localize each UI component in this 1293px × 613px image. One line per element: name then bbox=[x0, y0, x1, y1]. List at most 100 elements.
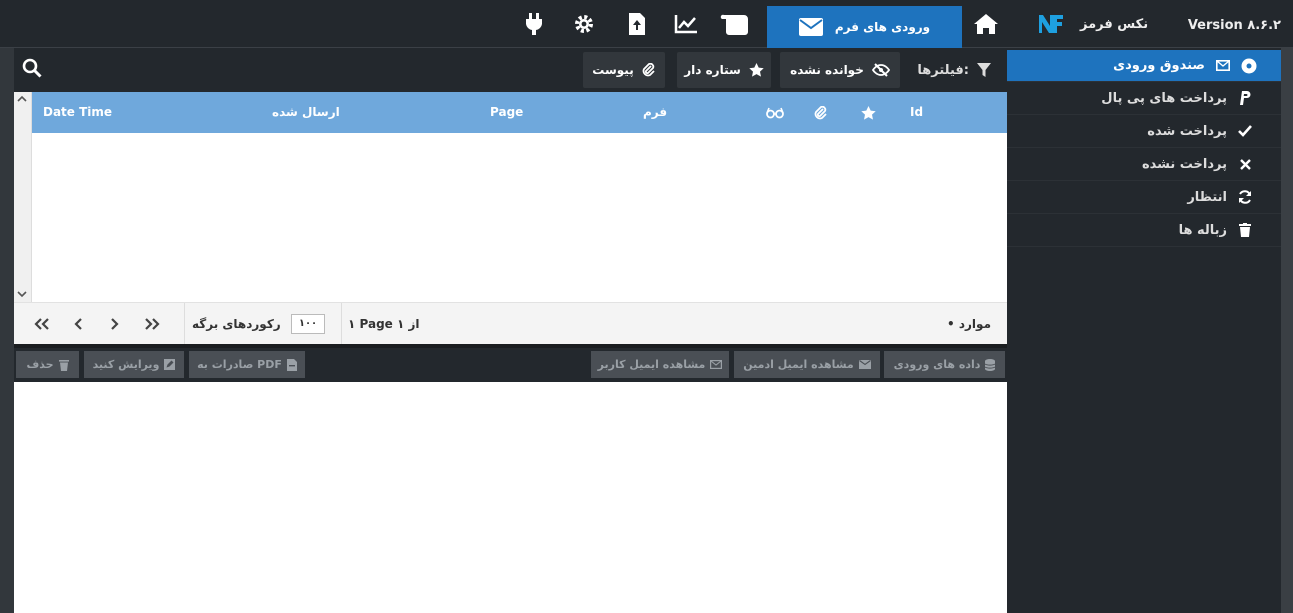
export-pdf-label: صادرات به PDF bbox=[197, 358, 282, 371]
envelope-icon bbox=[798, 18, 823, 36]
scroll-icon[interactable] bbox=[719, 0, 751, 48]
starred-filter-label: ستاره دار bbox=[684, 63, 741, 77]
view-user-email-label: مشاهده ایمیل کاربر bbox=[597, 358, 706, 371]
check-icon bbox=[1237, 123, 1253, 139]
search-icon[interactable] bbox=[22, 58, 44, 80]
column-sent[interactable]: ارسال شده bbox=[272, 92, 340, 133]
column-form[interactable]: فرم bbox=[643, 92, 667, 133]
star-icon bbox=[861, 105, 876, 120]
paypal-icon bbox=[1237, 90, 1253, 106]
attachment-filter-label: پیوست bbox=[592, 63, 634, 77]
paperclip-icon bbox=[642, 63, 655, 77]
chevron-right-icon bbox=[111, 318, 119, 330]
sidebar-item-pending[interactable]: انتظار bbox=[1007, 181, 1281, 214]
double-chevron-right-icon bbox=[145, 318, 160, 330]
top-bar: ورودی های فرم نکس فرمز Version ۸.۶.۲ bbox=[0, 0, 1293, 48]
scroll-up-icon[interactable] bbox=[17, 94, 27, 105]
envelope-icon bbox=[858, 360, 871, 369]
form-entries-tab[interactable]: ورودی های فرم bbox=[767, 6, 962, 48]
entries-table: Date Time ارسال شده Page فرم Id bbox=[14, 92, 1007, 302]
delete-label: حذف bbox=[26, 358, 54, 371]
column-starred[interactable] bbox=[861, 92, 876, 133]
pager-divider bbox=[341, 303, 342, 345]
sidebar-item-label: پرداخت نشده bbox=[1141, 156, 1227, 172]
paperclip-icon bbox=[814, 105, 827, 119]
eye-slash-icon bbox=[871, 63, 890, 77]
refresh-icon bbox=[1237, 189, 1253, 205]
first-page-button[interactable] bbox=[144, 303, 160, 345]
chart-line-icon[interactable] bbox=[673, 0, 699, 48]
chevron-left-icon bbox=[74, 318, 82, 330]
filter-icon bbox=[977, 63, 991, 77]
unread-dot-icon bbox=[1241, 58, 1257, 74]
view-admin-email-label: مشاهده ایمیل ادمین bbox=[743, 358, 854, 371]
entry-data-button[interactable]: داده های ورودی bbox=[884, 351, 1005, 378]
trash-icon bbox=[1237, 222, 1253, 238]
filters-label-group: فیلترها: bbox=[917, 48, 991, 92]
sidebar-item-paypal[interactable]: پرداخت های پی پال bbox=[1007, 82, 1281, 115]
brand-name: نکس فرمز bbox=[1080, 16, 1149, 32]
double-chevron-left-icon bbox=[34, 318, 49, 330]
ninja-forms-logo bbox=[1038, 14, 1064, 34]
home-icon[interactable] bbox=[972, 0, 1000, 48]
glasses-icon bbox=[766, 107, 784, 118]
attachment-filter-button[interactable]: پیوست bbox=[583, 52, 665, 88]
per-page-label: رکوردهای برگه bbox=[192, 317, 281, 331]
entry-data-label: داده های ورودی bbox=[893, 358, 981, 371]
edit-icon bbox=[164, 359, 176, 370]
edit-button[interactable]: ویرایش کنید bbox=[84, 351, 184, 378]
export-pdf-button[interactable]: صادرات به PDF bbox=[189, 351, 305, 378]
column-datetime[interactable]: Date Time bbox=[43, 92, 112, 133]
last-page-button[interactable] bbox=[34, 303, 50, 345]
sidebar-item-paid[interactable]: پرداخت شده bbox=[1007, 115, 1281, 148]
plug-icon[interactable] bbox=[520, 0, 548, 48]
column-id[interactable]: Id bbox=[910, 92, 923, 133]
envelope-icon bbox=[1215, 58, 1231, 74]
delete-button[interactable]: حذف bbox=[16, 351, 79, 378]
pager: رکوردهای برگه ۱۰۰ ۱ Page از ۱ • موارد bbox=[14, 302, 1007, 345]
filter-bar: پیوست ستاره دار خوانده نشده فیلترها: bbox=[14, 48, 1007, 92]
sidebar-item-label: زباله ها bbox=[1178, 222, 1227, 238]
sidebar: صندوق ورودی پرداخت های پی پال پرداخت شده… bbox=[1007, 48, 1281, 613]
database-icon bbox=[985, 358, 996, 371]
gear-icon[interactable] bbox=[570, 0, 598, 48]
envelope-icon bbox=[710, 360, 723, 369]
star-icon bbox=[749, 63, 764, 77]
version-label: Version ۸.۶.۲ bbox=[1187, 18, 1281, 33]
view-user-email-button[interactable]: مشاهده ایمیل کاربر bbox=[591, 351, 729, 378]
table-header: Date Time ارسال شده Page فرم Id bbox=[32, 92, 1007, 133]
unread-filter-button[interactable]: خوانده نشده bbox=[780, 52, 900, 88]
action-bar: حذف ویرایش کنید صادرات به PDF مشاهده ایم… bbox=[14, 348, 1007, 382]
filters-label: فیلترها: bbox=[917, 62, 969, 78]
sidebar-item-unpaid[interactable]: پرداخت نشده bbox=[1007, 148, 1281, 181]
sidebar-item-trash[interactable]: زباله ها bbox=[1007, 214, 1281, 247]
sidebar-item-label: صندوق ورودی bbox=[1113, 58, 1205, 73]
sidebar-item-label: پرداخت شده bbox=[1147, 123, 1227, 139]
starred-filter-button[interactable]: ستاره دار bbox=[677, 52, 771, 88]
scroll-down-icon[interactable] bbox=[17, 290, 27, 301]
items-count: • موارد bbox=[947, 317, 991, 331]
column-page[interactable]: Page bbox=[490, 92, 523, 133]
next-page-button[interactable] bbox=[110, 303, 119, 345]
pager-divider bbox=[184, 303, 185, 345]
edit-label: ویرایش کنید bbox=[92, 358, 160, 371]
trash-icon bbox=[58, 359, 69, 371]
sidebar-item-label: انتظار bbox=[1187, 189, 1227, 205]
column-read[interactable] bbox=[766, 92, 784, 133]
per-page-field-wrap: ۱۰۰ bbox=[291, 303, 325, 345]
unread-filter-label: خوانده نشده bbox=[790, 63, 864, 77]
column-attachment[interactable] bbox=[814, 92, 828, 133]
file-upload-icon[interactable] bbox=[624, 0, 650, 48]
page-info: ۱ Page از ۱ bbox=[348, 317, 420, 331]
file-pdf-icon bbox=[286, 358, 297, 371]
sidebar-item-inbox[interactable]: صندوق ورودی bbox=[1007, 50, 1281, 82]
form-entries-tab-label: ورودی های فرم bbox=[834, 20, 931, 34]
times-icon bbox=[1237, 156, 1253, 172]
entry-details-panel bbox=[14, 382, 1007, 613]
view-admin-email-button[interactable]: مشاهده ایمیل ادمین bbox=[734, 351, 880, 378]
prev-page-button[interactable] bbox=[74, 303, 83, 345]
window-scrollbar[interactable] bbox=[1281, 48, 1293, 613]
table-scrollbar[interactable] bbox=[14, 92, 32, 302]
brand: نکس فرمز bbox=[1038, 0, 1148, 48]
per-page-input[interactable]: ۱۰۰ bbox=[291, 314, 325, 334]
